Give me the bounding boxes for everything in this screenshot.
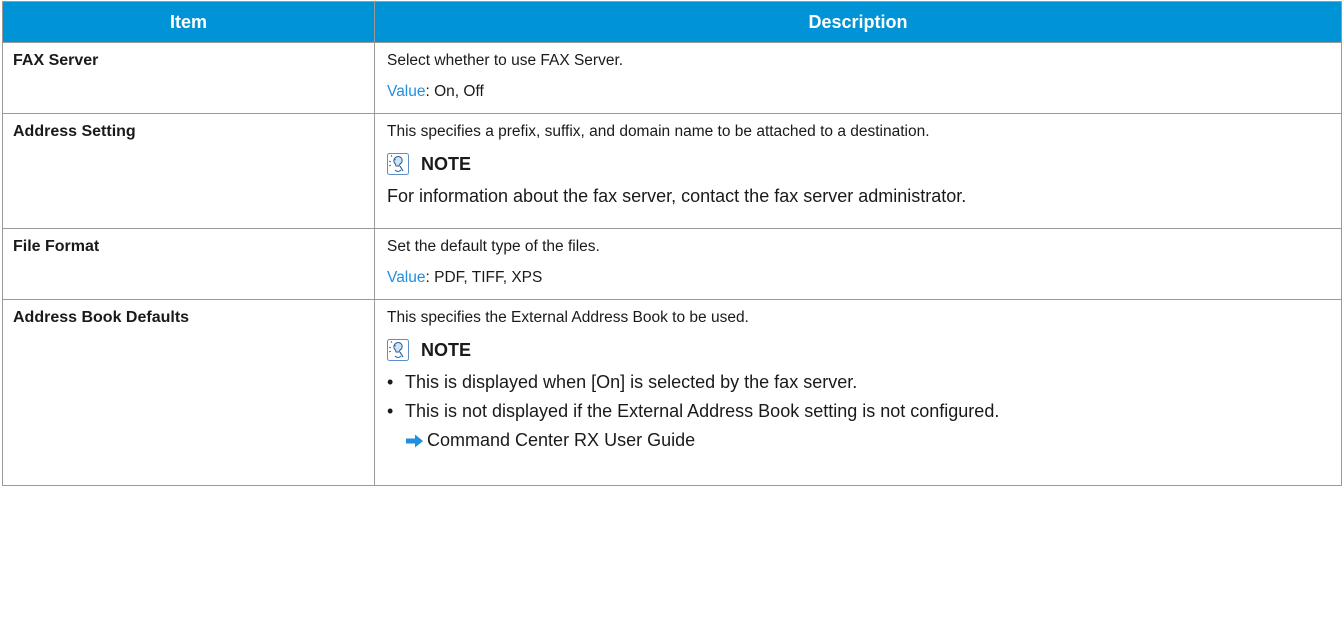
item-name: FAX Server: [2, 42, 375, 114]
value-line: Value: On, Off: [387, 82, 1329, 101]
note-header: NOTE: [387, 153, 1329, 175]
note-bullet: • This is not displayed if the External …: [387, 400, 1329, 422]
description-text: This specifies a prefix, suffix, and dom…: [387, 123, 930, 140]
reference-text: Command Center RX User Guide: [427, 430, 696, 450]
item-description: Set the default type of the files. Value…: [374, 228, 1342, 300]
settings-table: Item Description FAX Server Select wheth…: [2, 1, 1342, 486]
note-icon: [387, 153, 409, 175]
item-name: File Format: [2, 228, 375, 300]
description-text: Select whether to use FAX Server.: [387, 52, 624, 69]
note-icon: [387, 339, 409, 361]
table-row: Address Book Defaults This specifies the…: [2, 299, 1342, 486]
bullet-text: This is not displayed if the External Ad…: [405, 401, 1000, 421]
value-link[interactable]: Value: [387, 269, 426, 286]
table-row: FAX Server Select whether to use FAX Ser…: [2, 42, 1342, 114]
bullet-text: This is displayed when [On] is selected …: [405, 372, 858, 392]
table-header-row: Item Description: [2, 1, 1342, 43]
note-title: NOTE: [421, 339, 472, 360]
header-description: Description: [374, 1, 1342, 43]
value-options: : PDF, TIFF, XPS: [425, 269, 543, 286]
note-header: NOTE: [387, 339, 1329, 361]
item-name: Address Setting: [2, 113, 375, 229]
reference-link[interactable]: Command Center RX User Guide: [405, 429, 1329, 451]
bullet-icon: •: [387, 401, 394, 421]
note-bullet: • This is displayed when [On] is selecte…: [387, 371, 1329, 393]
description-text: This specifies the External Address Book…: [387, 309, 749, 326]
table-row: Address Setting This specifies a prefix,…: [2, 113, 1342, 229]
item-description: This specifies a prefix, suffix, and dom…: [374, 113, 1342, 229]
note-title: NOTE: [421, 153, 472, 174]
item-description: Select whether to use FAX Server. Value:…: [374, 42, 1342, 114]
value-line: Value: PDF, TIFF, XPS: [387, 268, 1329, 287]
bullet-icon: •: [387, 372, 394, 392]
header-item: Item: [2, 1, 375, 43]
value-link[interactable]: Value: [387, 83, 426, 100]
arrow-right-icon: [405, 432, 424, 448]
description-text: Set the default type of the files.: [387, 238, 600, 255]
item-description: This specifies the External Address Book…: [374, 299, 1342, 486]
item-name: Address Book Defaults: [2, 299, 375, 486]
note-text: For information about the fax server, co…: [387, 186, 967, 206]
value-options: : On, Off: [425, 83, 484, 100]
table-row: File Format Set the default type of the …: [2, 228, 1342, 300]
